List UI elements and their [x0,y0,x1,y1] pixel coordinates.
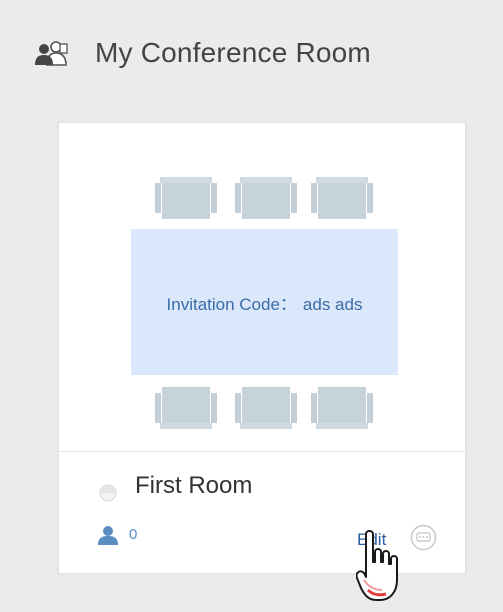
room-status-dot-icon [99,484,117,502]
invitation-code-label: Invitation Code： [166,294,297,314]
participant-info: 0 [97,524,137,546]
conference-table-area[interactable]: Invitation Code： ads ads [59,123,465,452]
chat-bubble-icon[interactable] [410,524,437,551]
invitation-code-value: ads ads [302,294,363,314]
chair-icon [311,177,373,219]
participant-count: 0 [129,526,138,543]
invitation-code: Invitation Code： ads ads [167,290,363,315]
chair-icon [235,387,297,429]
page: My Conference Room Invitation Code： ads … [0,0,503,612]
room-info: First Room 0 Edit [59,452,465,573]
page-heading: My Conference Room [33,33,371,73]
person-icon [98,526,118,545]
edit-room-link[interactable]: Edit [357,530,386,550]
room-name[interactable]: First Room [135,472,252,500]
conference-table: Invitation Code： ads ads [131,229,398,375]
page-title: My Conference Room [95,37,371,68]
chair-icon [155,177,217,219]
room-card[interactable]: Invitation Code： ads ads First Room 0 Ed… [58,122,466,574]
chair-icon [155,387,217,429]
conference-users-icon [33,40,69,66]
chair-icon [235,177,297,219]
chair-icon [311,387,373,429]
